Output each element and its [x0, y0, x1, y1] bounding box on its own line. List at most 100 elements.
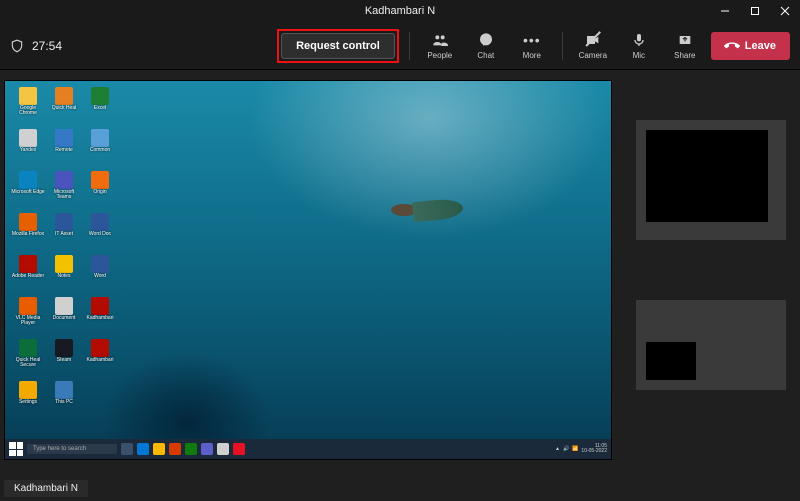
taskbar-app-icon[interactable] [201, 443, 213, 455]
window-title: Kadhambari N [365, 5, 435, 17]
desktop-icon-label: Kadhambari [87, 316, 114, 321]
more-button[interactable]: ••• More [512, 26, 552, 66]
app-icon [19, 129, 37, 147]
desktop-icon[interactable]: Word Doc [83, 213, 117, 253]
start-button[interactable] [9, 442, 23, 456]
taskbar-app-icon[interactable] [217, 443, 229, 455]
desktop-icon[interactable]: Quick Heal Secure [11, 339, 45, 379]
desktop-icon[interactable]: Notes [47, 255, 81, 295]
app-icon [19, 171, 37, 189]
app-icon [91, 171, 109, 189]
desktop-icon[interactable]: Excel [83, 87, 117, 127]
desktop-icon-label: Settings [19, 400, 37, 405]
desktop-icon[interactable]: Adobe Reader [11, 255, 45, 295]
window-controls [710, 0, 800, 22]
app-icon [55, 339, 73, 357]
desktop-icon-label: Adobe Reader [12, 274, 44, 279]
participant-thumbnail[interactable] [636, 120, 786, 240]
desktop-icon-label: Remote [55, 148, 73, 153]
shield-icon [10, 38, 24, 54]
app-icon [19, 339, 37, 357]
desktop-icon-label: Google Chrome [11, 106, 45, 116]
taskbar-app-icon[interactable] [137, 443, 149, 455]
chat-icon [477, 31, 495, 49]
taskbar-app-icon[interactable] [153, 443, 165, 455]
desktop-icon-label: VLC Media Player [11, 316, 45, 326]
participants-sidebar [624, 70, 800, 501]
desktop-icon-label: Microsoft Teams [47, 190, 81, 200]
desktop-icon-label: Kadhambari [87, 358, 114, 363]
share-icon [676, 31, 694, 49]
desktop-icon[interactable]: Kadhambari [83, 339, 117, 379]
camera-off-icon [584, 31, 602, 49]
desktop-icon[interactable]: Yandex [11, 129, 45, 169]
desktop-icon[interactable]: Google Chrome [11, 87, 45, 127]
app-icon [55, 381, 73, 399]
app-icon [55, 87, 73, 105]
taskbar-app-icon[interactable] [121, 443, 133, 455]
desktop-icon[interactable]: Word [83, 255, 117, 295]
desktop-icon-label: Document [53, 316, 76, 321]
remote-taskbar: Type here to search ▲ 🔊 📶 11:05 10-05-20… [5, 439, 611, 459]
app-icon [55, 255, 73, 273]
app-icon [91, 339, 109, 357]
taskbar-app-icon[interactable] [185, 443, 197, 455]
app-icon [55, 129, 73, 147]
desktop-icon[interactable]: Microsoft Teams [47, 171, 81, 211]
app-icon [55, 213, 73, 231]
desktop-icon[interactable]: This PC [47, 381, 81, 421]
leave-button[interactable]: Leave [711, 32, 790, 60]
maximize-button[interactable] [740, 0, 770, 22]
desktop-icon-label: Mozilla Firefox [12, 232, 44, 237]
timer-group: 27:54 [10, 38, 62, 54]
system-tray[interactable]: ▲ 🔊 📶 11:05 10-05-2022 [555, 444, 607, 454]
desktop-icon[interactable]: Remote [47, 129, 81, 169]
title-bar: Kadhambari N [0, 0, 800, 22]
participant-thumbnail[interactable] [636, 300, 786, 390]
desktop-icon[interactable]: Kadhambari [83, 297, 117, 337]
app-icon [91, 87, 109, 105]
camera-button[interactable]: Camera [573, 26, 613, 66]
desktop-icon[interactable]: Common [83, 129, 117, 169]
desktop-icons-grid: Google ChromeQuick Heal Excel Yandex Remote… [11, 87, 117, 421]
tray-icon: 🔊 [563, 446, 569, 452]
desktop-icon-label: Common [90, 148, 110, 153]
taskbar-app-icon[interactable] [233, 443, 245, 455]
taskbar-search[interactable]: Type here to search [27, 444, 117, 454]
more-label: More [523, 51, 541, 60]
desktop-icon[interactable]: Document [47, 297, 81, 337]
desktop-icon[interactable]: Steam [47, 339, 81, 379]
desktop-icon[interactable]: Quick Heal [47, 87, 81, 127]
minimize-button[interactable] [710, 0, 740, 22]
separator [562, 32, 563, 60]
mic-label: Mic [633, 51, 645, 60]
chat-button[interactable]: Chat [466, 26, 506, 66]
desktop-icon[interactable]: IT Asset [47, 213, 81, 253]
mic-button[interactable]: Mic [619, 26, 659, 66]
share-button[interactable]: Share [665, 26, 705, 66]
app-icon [55, 171, 73, 189]
desktop-icon[interactable]: Microsoft Edge [11, 171, 45, 211]
desktop-icon-label: Microsoft Edge [11, 190, 44, 195]
mic-icon [630, 31, 648, 49]
desktop-icon-label: Yandex [20, 148, 37, 153]
desktop-icon[interactable]: Origin [83, 171, 117, 211]
taskbar-app-icon[interactable] [169, 443, 181, 455]
request-control-button[interactable]: Request control [281, 33, 395, 59]
desktop-icon-label: Excel [94, 106, 106, 111]
people-button[interactable]: People [420, 26, 460, 66]
desktop-icon-label: Steam [57, 358, 71, 363]
desktop-icon[interactable]: Settings [11, 381, 45, 421]
leave-label: Leave [745, 40, 776, 52]
close-button[interactable] [770, 0, 800, 22]
stage: Google ChromeQuick Heal Excel Yandex Remote… [0, 70, 624, 501]
desktop-icon[interactable]: Mozilla Firefox [11, 213, 45, 253]
request-control-highlight: Request control [277, 29, 399, 63]
tray-icon: 📶 [572, 446, 578, 452]
desktop-icon-label: Quick Heal Secure [11, 358, 45, 368]
shared-screen[interactable]: Google ChromeQuick Heal Excel Yandex Remote… [4, 80, 612, 460]
desktop-icon[interactable]: VLC Media Player [11, 297, 45, 337]
app-icon [91, 129, 109, 147]
app-icon [19, 255, 37, 273]
camera-label: Camera [579, 51, 607, 60]
